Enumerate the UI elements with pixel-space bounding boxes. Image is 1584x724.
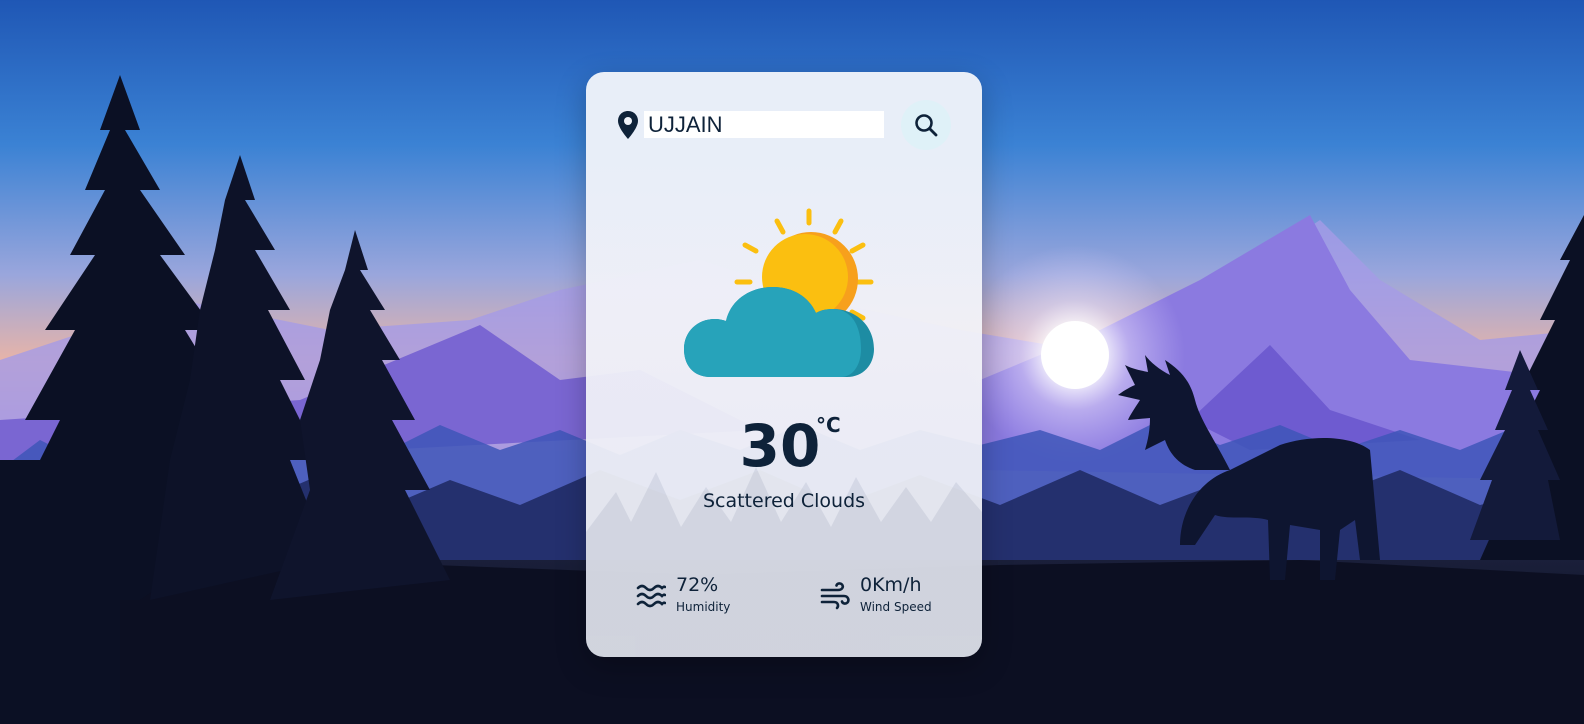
weather-description: Scattered Clouds bbox=[702, 490, 866, 512]
temperature-unit: °C bbox=[816, 413, 841, 437]
humidity-waves-icon bbox=[636, 584, 666, 608]
weather-card: 30 °C Scattered Clouds 72% Humidity 0Km/… bbox=[586, 72, 982, 657]
map-pin-icon bbox=[618, 111, 638, 139]
search-row bbox=[616, 100, 951, 150]
search-icon bbox=[915, 114, 938, 137]
card-background-trees bbox=[586, 467, 982, 657]
humidity-label: Humidity bbox=[676, 600, 731, 614]
humidity-value: 72% bbox=[676, 574, 719, 596]
search-button[interactable] bbox=[901, 100, 951, 150]
wind-speed-label: Wind Speed bbox=[860, 600, 932, 614]
wind-speed-value: 0Km/h bbox=[860, 574, 922, 596]
temperature-value: 30 bbox=[739, 412, 821, 480]
city-search-input[interactable] bbox=[644, 111, 884, 138]
temperature-display: 30 °C bbox=[586, 412, 982, 480]
partly-cloudy-sun-icon bbox=[684, 208, 874, 377]
wind-icon bbox=[820, 582, 850, 610]
